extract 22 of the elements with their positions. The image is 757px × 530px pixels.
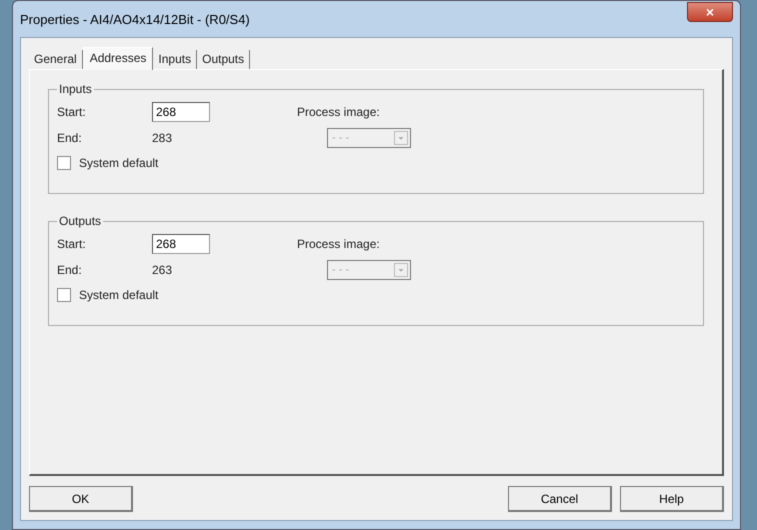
end-label: End: [57,263,83,277]
start-field[interactable]: 268 [152,234,210,254]
checkbox-label: System default [79,156,158,170]
start-label: Start: [57,237,87,251]
window-title: Properties - AI4/AO4x14/12Bit - (R0/S4) [20,12,250,26]
end-value: 283 [152,131,174,145]
dialog-button[interactable]: Help [620,486,724,512]
end-value: 263 [152,263,174,277]
start-label: Start: [57,105,87,119]
process-image-label: Process image: [297,237,381,251]
group-title: Outputs [58,214,102,228]
end-label: End: [57,131,83,145]
process-image-label: Process image: [297,105,381,119]
checkbox-label: System default [79,288,158,302]
tab[interactable]: Addresses [82,47,154,70]
group-title: Inputs [58,82,93,96]
close-button[interactable]: × [687,2,733,22]
start-field[interactable]: 268 [152,102,210,122]
dialog-button[interactable]: Cancel [508,486,612,512]
ok-button[interactable]: OK [29,486,133,512]
checkbox[interactable] [57,156,71,170]
checkbox[interactable] [57,288,71,302]
